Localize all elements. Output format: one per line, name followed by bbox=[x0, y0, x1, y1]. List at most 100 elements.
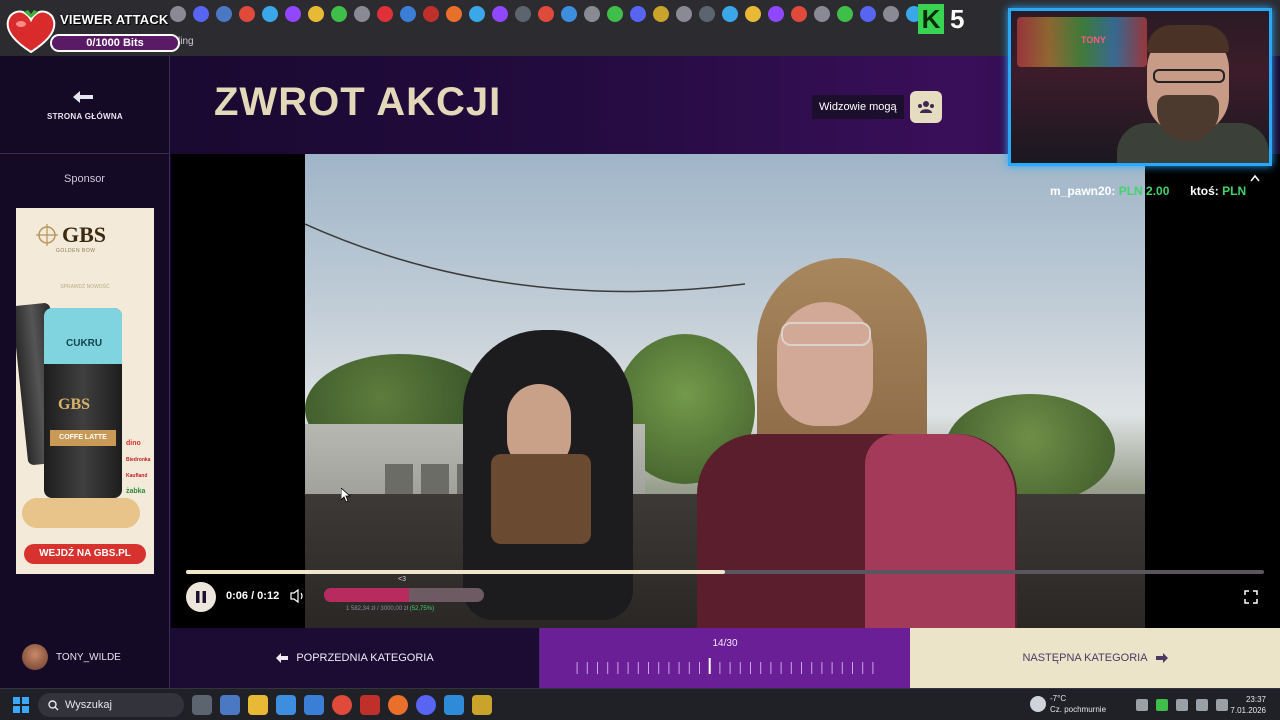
file-explorer-icon[interactable] bbox=[248, 695, 268, 715]
ticker-user: m_pawn20: bbox=[1050, 184, 1116, 198]
microphone-icon[interactable] bbox=[1156, 699, 1168, 711]
bookmark-favicon-icon[interactable] bbox=[216, 6, 232, 22]
pause-icon bbox=[196, 591, 206, 603]
users-icon bbox=[909, 91, 942, 123]
mail-icon[interactable] bbox=[304, 695, 324, 715]
bookmark-favicon-icon[interactable] bbox=[492, 6, 508, 22]
ad-can-flavor: COFFE LATTE bbox=[50, 430, 116, 446]
store-icon[interactable] bbox=[276, 695, 296, 715]
taskbar-apps bbox=[192, 695, 492, 715]
person-right-glasses bbox=[781, 322, 871, 346]
network-icon[interactable] bbox=[1176, 699, 1188, 711]
bookmark-favicon-icon[interactable] bbox=[607, 6, 623, 22]
ad-brand-logo: GBS bbox=[62, 222, 107, 247]
bookmark-favicon-icon[interactable] bbox=[883, 6, 899, 22]
donation-goal-percent: (52,75%) bbox=[409, 606, 435, 612]
home-link[interactable]: STRONA GŁÓWNA bbox=[0, 56, 170, 154]
sponsor-ad[interactable]: GBS GOLDEN BOW SPRAWDŹ NOWOŚĆ CUKRU GBS … bbox=[16, 208, 154, 574]
taskbar-search[interactable]: Wyszukaj bbox=[38, 693, 184, 717]
bookmark-favicon-icon[interactable] bbox=[860, 6, 876, 22]
ticker-amount: PLN 2.00 bbox=[1118, 184, 1170, 198]
bookmark-favicon-icon[interactable] bbox=[814, 6, 830, 22]
bookmark-favicon-icon[interactable] bbox=[515, 6, 531, 22]
streamer-webcam: TONY bbox=[1008, 8, 1272, 166]
category-pager-ticks[interactable] bbox=[572, 658, 878, 674]
app-icon[interactable] bbox=[472, 695, 492, 715]
bookmark-favicon-icon[interactable] bbox=[630, 6, 646, 22]
bookmark-favicon-icon[interactable] bbox=[377, 6, 393, 22]
ad-can-front: CUKRU GBS COFFE LATTE bbox=[44, 308, 122, 498]
tray-chevron-icon[interactable] bbox=[1136, 699, 1148, 711]
bookmark-favicon-icon[interactable] bbox=[791, 6, 807, 22]
bookmark-favicon-icon[interactable] bbox=[699, 6, 715, 22]
kick-k-icon: K bbox=[918, 4, 944, 34]
string-lights-icon bbox=[305, 223, 746, 293]
bookmark-favicon-icon[interactable] bbox=[584, 6, 600, 22]
chrome-icon[interactable] bbox=[332, 695, 352, 715]
ad-promo-text: SPRAWDŹ NOWOŚĆ bbox=[60, 284, 110, 290]
taskbar-clock[interactable]: 23:37 7.01.2026 bbox=[1214, 694, 1266, 716]
ad-shop-list: dino Biedronka Kaufland żabka bbox=[126, 436, 152, 500]
windows-start-icon[interactable] bbox=[13, 697, 29, 713]
bookmark-favicon-icon[interactable] bbox=[745, 6, 761, 22]
bookmark-favicon-icon[interactable] bbox=[193, 6, 209, 22]
ad-cta-button[interactable]: WEJDŹ NA GBS.PL bbox=[24, 544, 146, 564]
clock-date: 7.01.2026 bbox=[1230, 706, 1266, 715]
category-navigation: TONY_WILDE POPRZEDNIA KATEGORIA 14/30 NA… bbox=[0, 628, 1280, 688]
bookmark-favicon-icon[interactable] bbox=[423, 6, 439, 22]
viewer-attack-widget: VIEWER ATTACK 0/1000 Bits bbox=[4, 6, 180, 54]
bookmark-favicon-icon[interactable] bbox=[308, 6, 324, 22]
bookmark-favicon-icon[interactable] bbox=[469, 6, 485, 22]
bookmark-favicon-icon[interactable] bbox=[400, 6, 416, 22]
bookmark-favicon-icon[interactable] bbox=[331, 6, 347, 22]
donation-goal-amount: 1 582,34 zł / 3000,00 zł bbox=[346, 606, 409, 612]
ad-product-badges bbox=[22, 498, 140, 528]
video-progress-track[interactable] bbox=[186, 570, 1264, 574]
ad-shop-kaufland: Kaufland bbox=[126, 473, 148, 479]
volume-icon[interactable] bbox=[1196, 699, 1208, 711]
bookmark-favicon-icon[interactable] bbox=[837, 6, 853, 22]
bookmark-favicon-icon[interactable] bbox=[285, 6, 301, 22]
chevron-up-icon[interactable] bbox=[1250, 174, 1260, 182]
task-view-icon[interactable] bbox=[192, 695, 212, 715]
webcam-neon-sign: TONY bbox=[1081, 35, 1106, 45]
browser-tab-label[interactable]: ling bbox=[178, 36, 194, 47]
bookmark-favicon-icon[interactable] bbox=[446, 6, 462, 22]
bits-progress-text: 0/1000 Bits bbox=[86, 37, 144, 49]
fullscreen-icon[interactable] bbox=[1244, 590, 1258, 604]
viewers-can-badge[interactable]: Widzowie mogą bbox=[812, 91, 942, 123]
previous-category-label: POPRZEDNIA KATEGORIA bbox=[296, 652, 434, 664]
donation-goal-bar bbox=[324, 588, 484, 602]
webcam-streamer-glasses bbox=[1153, 69, 1225, 83]
next-category-button[interactable]: NASTĘPNA KATEGORIA bbox=[910, 628, 1280, 688]
ad-brand-sub: GOLDEN BOW bbox=[56, 248, 96, 254]
search-placeholder: Wyszukaj bbox=[65, 699, 112, 711]
app-icon[interactable] bbox=[360, 695, 380, 715]
previous-category-button[interactable]: POPRZEDNIA KATEGORIA bbox=[171, 628, 540, 688]
bookmark-favicon-icon[interactable] bbox=[768, 6, 784, 22]
pause-button[interactable] bbox=[186, 582, 216, 612]
volume-icon[interactable] bbox=[290, 589, 306, 603]
bookmark-favicon-icon[interactable] bbox=[538, 6, 554, 22]
bookmark-favicon-icon[interactable] bbox=[262, 6, 278, 22]
discord-icon[interactable] bbox=[416, 695, 436, 715]
weather-widget[interactable]: -7°C Cz. pochmurnie bbox=[1030, 694, 1120, 718]
ad-shop-dino: dino bbox=[126, 440, 141, 447]
bookmark-favicon-icon[interactable] bbox=[354, 6, 370, 22]
bookmark-favicon-icon[interactable] bbox=[561, 6, 577, 22]
user-profile[interactable]: TONY_WILDE bbox=[0, 628, 170, 688]
clock-time: 23:37 bbox=[1245, 695, 1266, 704]
bookmark-favicon-icon[interactable] bbox=[653, 6, 669, 22]
firefox-icon[interactable] bbox=[388, 695, 408, 715]
bookmark-favicon-icon[interactable] bbox=[239, 6, 255, 22]
bookmark-icons bbox=[170, 6, 922, 22]
video-player[interactable] bbox=[171, 154, 1280, 628]
person-right-jacket bbox=[865, 434, 1015, 628]
ad-shop-zabka: żabka bbox=[126, 488, 146, 495]
bookmark-favicon-icon[interactable] bbox=[722, 6, 738, 22]
photos-icon[interactable] bbox=[444, 695, 464, 715]
sponsor-label: Sponsor bbox=[64, 173, 105, 185]
bookmark-favicon-icon[interactable] bbox=[676, 6, 692, 22]
arrow-left-icon bbox=[276, 653, 289, 663]
app-icon[interactable] bbox=[220, 695, 240, 715]
